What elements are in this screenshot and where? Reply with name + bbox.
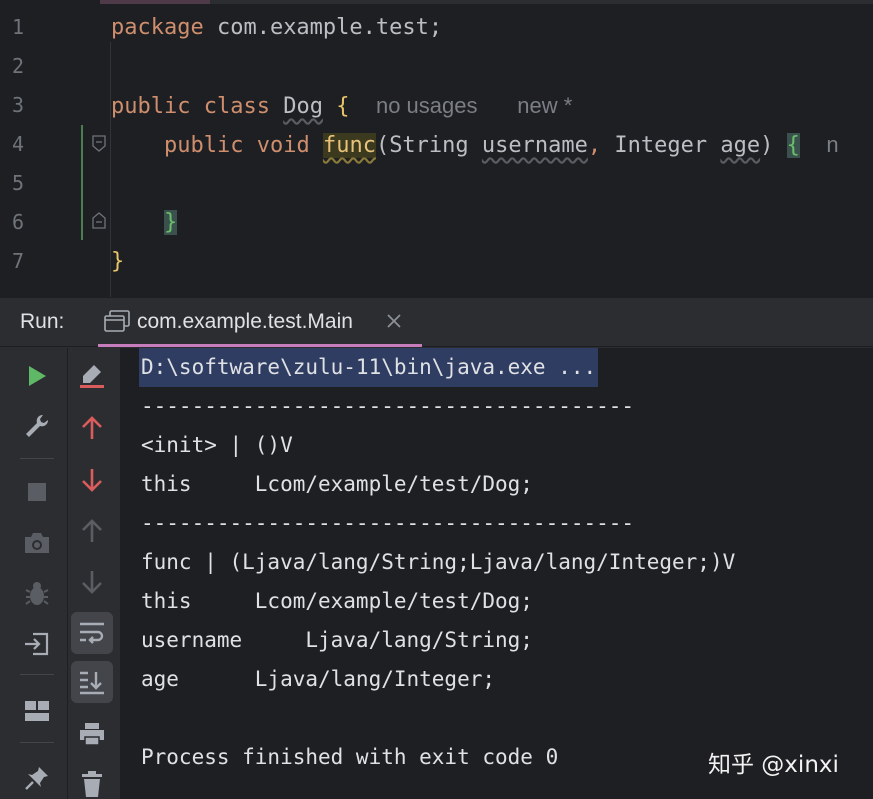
param-type-integer: Integer bbox=[614, 133, 708, 158]
watermark: 知乎 @xinxi bbox=[708, 752, 839, 778]
clear-all-button[interactable] bbox=[72, 356, 112, 396]
debug-button[interactable] bbox=[17, 574, 57, 614]
keyword-public: public bbox=[163, 133, 244, 158]
arrow-up-red-icon bbox=[82, 416, 102, 439]
open-brace: { bbox=[336, 94, 350, 119]
wrench-icon bbox=[26, 414, 49, 437]
stop-icon bbox=[28, 483, 46, 501]
console-output[interactable]: D:\software\zulu-11\bin\java.exe ... ---… bbox=[120, 348, 873, 799]
line-number: 4 bbox=[12, 132, 25, 156]
layout-button[interactable] bbox=[17, 691, 57, 731]
pin-tab-button[interactable] bbox=[17, 758, 57, 798]
run-tab-main[interactable]: com.example.test.Main bbox=[98, 298, 422, 347]
arrow-down-red-icon bbox=[82, 469, 102, 492]
soft-wrap-toggle[interactable] bbox=[71, 612, 113, 654]
usages-inlay-hint[interactable]: no usages bbox=[376, 93, 478, 118]
code-line-4: public void func(String username, Intege… bbox=[111, 125, 839, 164]
class-name[interactable]: Dog bbox=[283, 94, 323, 119]
previous-occurrence-button[interactable] bbox=[72, 408, 112, 448]
print-button[interactable] bbox=[72, 714, 112, 754]
console-line: username Ljava/lang/String; bbox=[141, 628, 533, 652]
fold-close-icon[interactable] bbox=[91, 211, 107, 229]
run-icon bbox=[29, 366, 46, 386]
author-inlay-hint[interactable]: new * bbox=[517, 93, 572, 118]
editor-gutter[interactable]: 1 2 3 4 5 6 7 bbox=[0, 0, 106, 297]
down-stack-trace-button[interactable] bbox=[72, 562, 112, 602]
console-line: <init> | ()V bbox=[141, 433, 293, 457]
keyword-package: package bbox=[111, 15, 204, 40]
arrow-up-icon bbox=[82, 519, 102, 542]
console-line-exit-status: Process finished with exit code 0 bbox=[141, 745, 559, 769]
trash-icon bbox=[82, 771, 102, 797]
run-label: Run: bbox=[20, 310, 65, 333]
scroll-to-end-toggle[interactable] bbox=[71, 661, 113, 703]
run-toolbar-console bbox=[68, 348, 120, 799]
console-line: func | (Ljava/lang/String;Ljava/lang/Int… bbox=[141, 550, 736, 574]
code-line-3: public class Dog { no usages new * bbox=[111, 86, 572, 125]
up-stack-trace-button[interactable] bbox=[72, 511, 112, 551]
line-number: 6 bbox=[12, 210, 25, 234]
code-line-7: } bbox=[111, 242, 124, 281]
attach-button[interactable] bbox=[17, 624, 57, 664]
console-line: age Ljava/lang/Integer; bbox=[141, 667, 496, 691]
line-number: 7 bbox=[12, 249, 25, 273]
bug-icon bbox=[25, 582, 49, 605]
print-icon bbox=[80, 723, 104, 746]
login-icon bbox=[25, 632, 49, 656]
fold-open-icon[interactable] bbox=[91, 135, 107, 153]
active-tab-indicator bbox=[98, 344, 422, 347]
scroll-to-end-icon bbox=[80, 671, 104, 695]
param-type-string: String bbox=[389, 133, 469, 158]
code-line-1: package com.example.test; bbox=[111, 8, 442, 47]
matched-close-brace: } bbox=[163, 210, 178, 235]
code-line-6: } bbox=[111, 203, 178, 242]
method-name[interactable]: func bbox=[322, 133, 376, 158]
line-number: 2 bbox=[12, 54, 25, 78]
method-inlay-hint[interactable]: n bbox=[826, 132, 838, 157]
arrow-down-icon bbox=[82, 571, 102, 594]
toolbar-separator bbox=[20, 742, 54, 743]
soft-wrap-icon bbox=[80, 622, 104, 644]
run-toolbar-primary bbox=[0, 348, 68, 799]
run-tab-label: com.example.test.Main bbox=[137, 310, 353, 333]
close-icon[interactable] bbox=[385, 312, 403, 330]
toolbar-separator bbox=[20, 674, 54, 675]
vcs-change-marker[interactable] bbox=[81, 125, 83, 240]
dump-threads-button[interactable] bbox=[17, 523, 57, 563]
delete-button[interactable] bbox=[72, 764, 112, 799]
console-line-command[interactable]: D:\software\zulu-11\bin\java.exe ... bbox=[139, 348, 599, 387]
line-number: 5 bbox=[12, 171, 25, 195]
open-paren: ( bbox=[375, 133, 390, 158]
keyword-class: class bbox=[203, 94, 270, 119]
run-tool-window-header: Run: com.example.test.Main bbox=[0, 297, 873, 347]
pin-icon bbox=[25, 767, 48, 790]
camera-icon bbox=[25, 533, 49, 553]
console-line: this Lcom/example/test/Dog; bbox=[141, 472, 533, 496]
param-username[interactable]: username bbox=[482, 133, 588, 158]
rerun-button[interactable] bbox=[17, 356, 57, 396]
keyword-public: public bbox=[111, 94, 191, 119]
toolbar-separator bbox=[20, 458, 54, 459]
line-number: 3 bbox=[12, 93, 25, 117]
code-editor[interactable]: 1 2 3 4 5 6 7 package com.example.test; … bbox=[0, 0, 873, 297]
package-name: com.example.test; bbox=[203, 15, 443, 40]
stop-button[interactable] bbox=[17, 472, 57, 512]
param-age[interactable]: age bbox=[720, 133, 760, 158]
class-close-brace: } bbox=[111, 249, 125, 274]
next-occurrence-button[interactable] bbox=[72, 460, 112, 500]
console-window-icon bbox=[104, 310, 130, 332]
close-paren: ) bbox=[760, 133, 774, 158]
modify-run-config-button[interactable] bbox=[17, 406, 57, 446]
line-number: 1 bbox=[12, 15, 25, 39]
clear-icon bbox=[80, 365, 104, 388]
layout-icon bbox=[25, 701, 49, 721]
keyword-void: void bbox=[256, 133, 310, 158]
comma: , bbox=[587, 133, 602, 158]
console-line: --------------------------------------- bbox=[141, 511, 635, 535]
console-line: --------------------------------------- bbox=[141, 394, 635, 418]
matched-open-brace: { bbox=[786, 133, 800, 158]
editor-tab-strip bbox=[0, 0, 873, 4]
console-line: this Lcom/example/test/Dog; bbox=[141, 589, 533, 613]
